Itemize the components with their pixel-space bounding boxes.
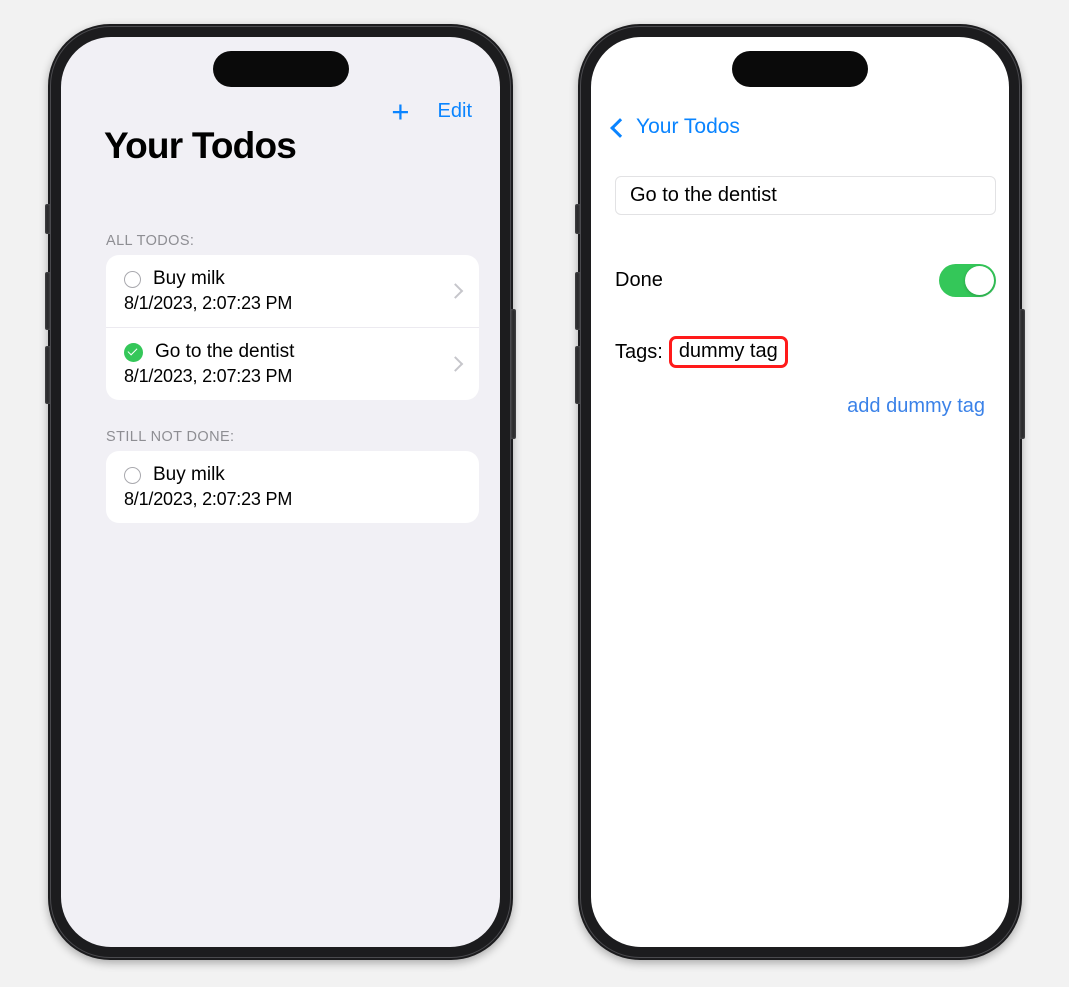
volume-down-button[interactable] <box>575 346 580 404</box>
list-item-date: 8/1/2023, 2:07:23 PM <box>124 293 293 313</box>
circle-outline-icon[interactable] <box>124 270 141 288</box>
todo-card-all-todos: Buy milk 8/1/2023, 2:07:23 PM Go to the … <box>106 255 479 400</box>
volume-up-button[interactable] <box>45 272 50 330</box>
list-item[interactable]: Go to the dentist 8/1/2023, 2:07:23 PM <box>106 327 479 400</box>
back-button[interactable]: Your Todos <box>610 115 740 139</box>
list-item-date: 8/1/2023, 2:07:23 PM <box>124 366 293 386</box>
list-nav-actions: + Edit <box>391 96 472 127</box>
silent-switch-button[interactable] <box>45 204 50 234</box>
circle-outline-icon[interactable] <box>124 466 141 484</box>
todo-title-input[interactable]: Go to the dentist <box>615 176 996 215</box>
tag-chip[interactable]: dummy tag <box>668 336 788 369</box>
list-item[interactable]: Buy milk 8/1/2023, 2:07:23 PM <box>106 451 479 523</box>
phone-device-detail: Your Todos Go to the dentist Done Tags: … <box>575 24 1025 960</box>
volume-up-button[interactable] <box>575 272 580 330</box>
dynamic-island <box>732 51 868 87</box>
add-dummy-tag-button[interactable]: add dummy tag <box>847 395 985 418</box>
power-button[interactable] <box>511 309 516 439</box>
todo-card-still-not-done: Buy milk 8/1/2023, 2:07:23 PM <box>106 451 479 523</box>
chevron-left-icon <box>610 117 630 138</box>
tags-row: Tags: dummy tag <box>615 336 788 369</box>
done-toggle[interactable] <box>939 264 996 297</box>
list-item-header: Go to the dentist <box>124 341 463 363</box>
list-item-title: Go to the dentist <box>155 341 295 362</box>
list-item-header: Buy milk <box>124 464 463 486</box>
list-item-date: 8/1/2023, 2:07:23 PM <box>124 489 293 509</box>
screen-todo-list: + Edit Your Todos ALL TODOS: Buy milk 8/… <box>61 37 500 947</box>
list-item[interactable]: Buy milk 8/1/2023, 2:07:23 PM <box>106 255 479 327</box>
list-item-title: Buy milk <box>153 464 225 485</box>
done-row: Done <box>615 264 996 297</box>
list-item-header: Buy milk <box>124 268 463 290</box>
volume-down-button[interactable] <box>45 346 50 404</box>
back-button-label: Your Todos <box>636 115 740 138</box>
screen-todo-detail: Your Todos Go to the dentist Done Tags: … <box>591 37 1009 947</box>
tags-label: Tags: <box>615 340 663 363</box>
power-button[interactable] <box>1020 309 1025 439</box>
section-header-still-not-done: STILL NOT DONE: <box>106 429 235 445</box>
circle-check-filled-icon[interactable] <box>124 342 143 362</box>
toggle-knob <box>965 266 994 295</box>
done-label: Done <box>615 269 663 291</box>
section-header-all-todos: ALL TODOS: <box>106 233 195 249</box>
edit-button[interactable]: Edit <box>438 100 472 123</box>
page-title: Your Todos <box>104 125 297 166</box>
dynamic-island <box>212 51 349 87</box>
add-todo-button[interactable]: + <box>391 96 409 127</box>
list-item-title: Buy milk <box>153 268 225 289</box>
phone-device-list: + Edit Your Todos ALL TODOS: Buy milk 8/… <box>45 24 516 960</box>
silent-switch-button[interactable] <box>575 204 580 234</box>
